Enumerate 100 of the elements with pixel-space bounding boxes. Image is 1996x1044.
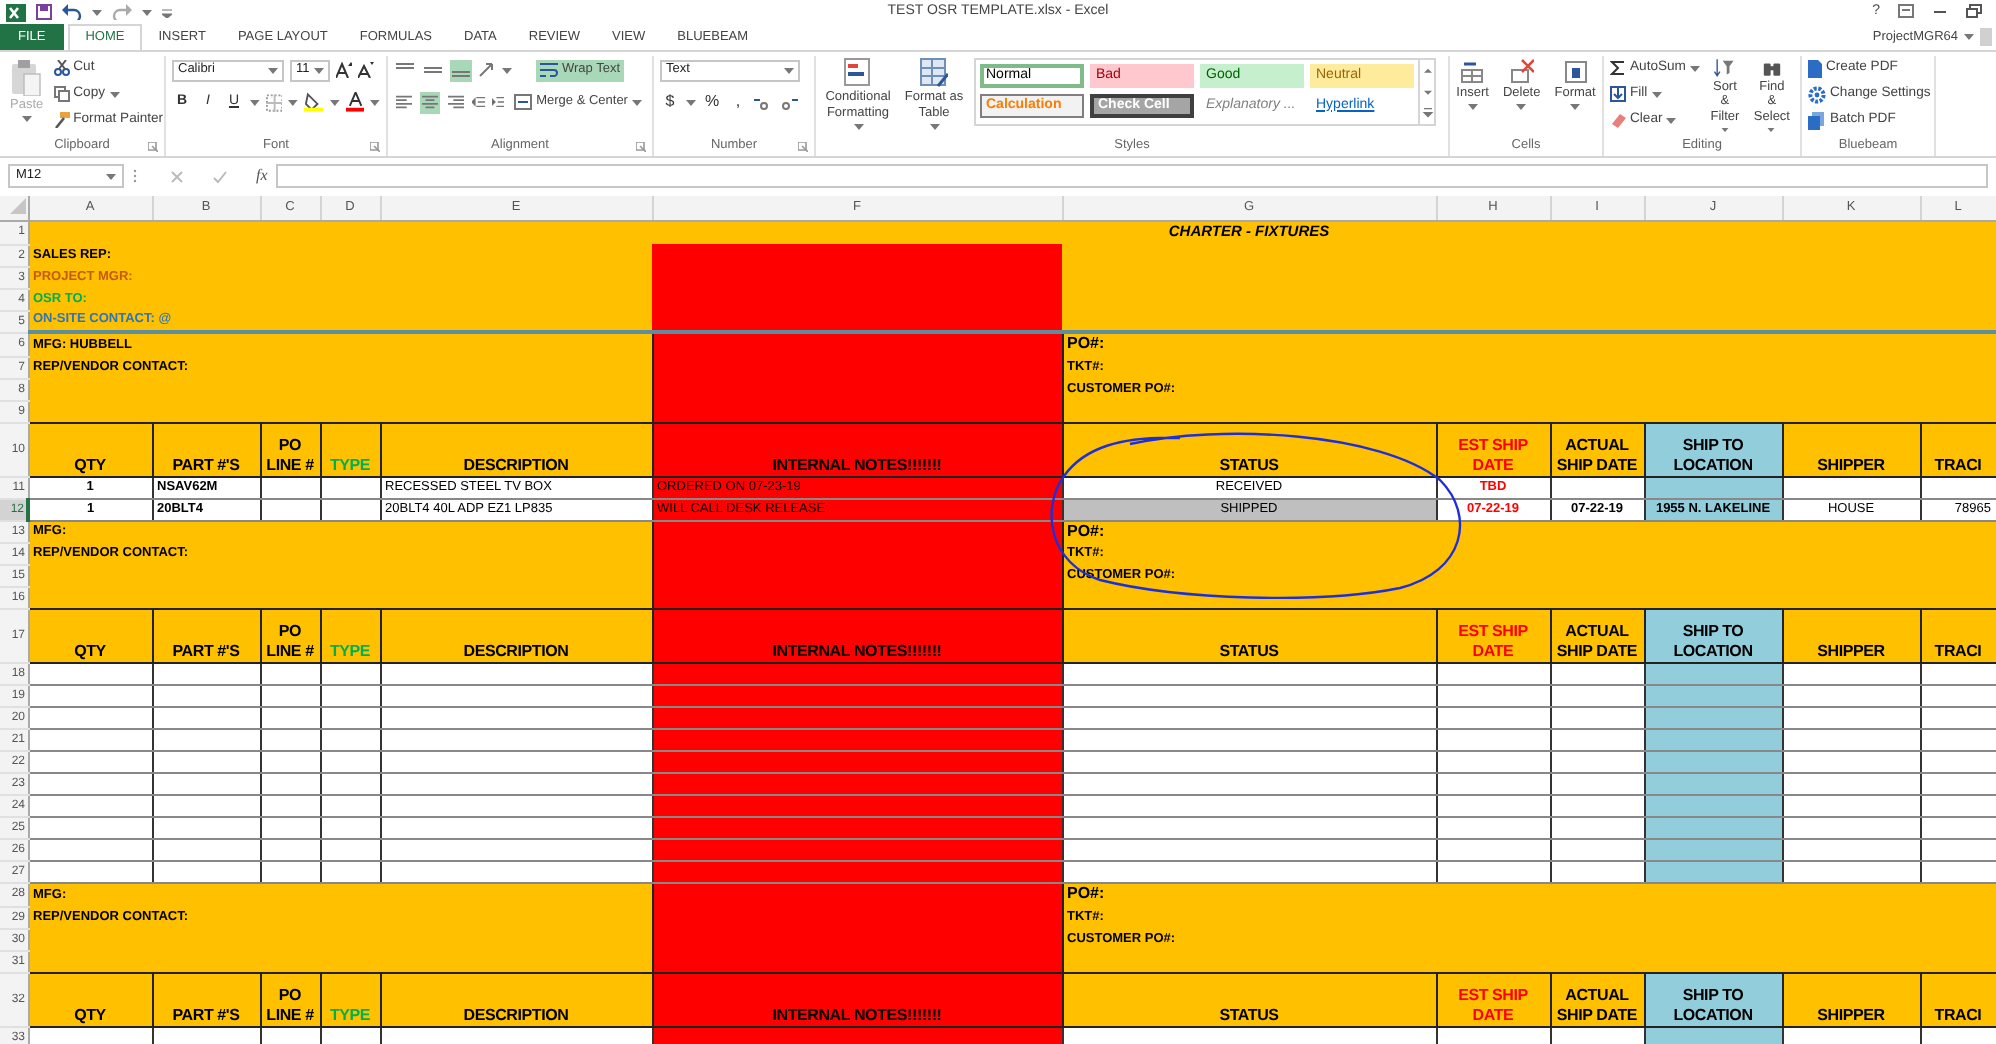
column-heading: INTERNAL NOTES!!!!!!! xyxy=(772,455,942,473)
column-heading: QTY xyxy=(74,455,106,473)
caret-icon xyxy=(929,123,939,130)
increase-indent-icon[interactable] xyxy=(491,94,505,110)
save-icon[interactable] xyxy=(36,4,52,20)
caret-icon xyxy=(686,99,696,105)
document-icon xyxy=(1808,59,1822,77)
column-heading: PO LINE # xyxy=(266,435,314,473)
fill-down-icon xyxy=(1610,86,1626,102)
percent-button[interactable]: % xyxy=(702,91,722,113)
column-heading: QTY xyxy=(74,642,106,660)
decrease-indent-icon[interactable] xyxy=(472,94,486,110)
caret-icon xyxy=(1570,103,1581,110)
column-heading: TRACI xyxy=(1934,642,1982,660)
column-heading: EST SHIP DATE xyxy=(1458,622,1528,660)
caret-icon xyxy=(1467,103,1478,110)
dialog-launcher-icon[interactable] xyxy=(636,141,646,152)
column-heading: SHIPPER xyxy=(1817,642,1885,660)
lines-icon xyxy=(396,94,412,110)
caret-icon xyxy=(853,123,863,130)
column-heading: QTY xyxy=(74,1005,106,1023)
caret-icon xyxy=(109,91,119,97)
caret-icon xyxy=(1719,127,1730,132)
caret-icon xyxy=(1766,127,1777,132)
currency-button[interactable]: $ xyxy=(660,91,680,113)
increase-decimal-icon[interactable] xyxy=(754,94,774,110)
column-heading: PART #'S xyxy=(172,455,240,473)
caret-icon xyxy=(106,173,116,179)
align-bottom-button[interactable] xyxy=(450,59,472,81)
dialog-launcher-icon[interactable] xyxy=(148,141,158,152)
clipboard-icon xyxy=(10,58,43,96)
caret-icon xyxy=(288,99,299,105)
merge-cells-icon xyxy=(514,94,533,110)
column-heading: INTERNAL NOTES!!!!!!! xyxy=(772,642,942,660)
caret-icon xyxy=(21,115,32,122)
excel-logo-icon xyxy=(6,3,26,21)
orientation-icon[interactable] xyxy=(478,62,496,78)
documents-icon xyxy=(1808,111,1826,129)
caret-icon xyxy=(1964,34,1974,40)
borders-icon[interactable] xyxy=(265,93,283,111)
enter-check-icon[interactable] xyxy=(212,169,228,183)
eraser-icon xyxy=(1610,112,1626,128)
decrease-decimal-icon[interactable] xyxy=(780,94,800,110)
center-button[interactable] xyxy=(420,91,440,113)
caret-icon xyxy=(784,67,794,73)
format-cells-icon xyxy=(1563,58,1588,84)
paintbrush-icon xyxy=(53,112,70,128)
caret-icon xyxy=(1689,65,1700,71)
column-heading: TYPE xyxy=(329,1005,371,1023)
info-label: PO#: xyxy=(1067,334,1105,352)
undo-icon[interactable] xyxy=(62,4,82,20)
info-label: PO#: xyxy=(1067,521,1105,539)
sum-icon xyxy=(1610,60,1626,76)
lines-icon xyxy=(424,62,442,78)
column-heading: DESCRIPTION xyxy=(463,1005,569,1023)
column-heading: EST SHIP DATE xyxy=(1458,435,1528,473)
column-heading: INTERNAL NOTES!!!!!!! xyxy=(772,1005,942,1023)
dialog-launcher-icon[interactable] xyxy=(798,141,808,152)
font-color-icon[interactable] xyxy=(345,92,365,112)
lines-icon xyxy=(448,94,464,110)
align-right-button[interactable] xyxy=(446,91,466,113)
shrink-font-icon[interactable] xyxy=(358,62,374,78)
ribbon-display-icon[interactable] xyxy=(1898,4,1914,19)
column-heading: DESCRIPTION xyxy=(463,642,569,660)
dialog-launcher-icon[interactable] xyxy=(370,141,380,152)
formula-input[interactable] xyxy=(275,164,1988,188)
column-heading: ACTUAL SHIP DATE xyxy=(1556,985,1638,1023)
delete-cells-icon xyxy=(1509,58,1534,84)
caret-icon xyxy=(502,67,512,73)
redo-icon[interactable] xyxy=(112,4,132,20)
column-heading: STATUS xyxy=(1219,642,1279,660)
table-chart-icon xyxy=(844,58,872,88)
column-heading: STATUS xyxy=(1219,1005,1279,1023)
column-heading: SHIPPER xyxy=(1817,455,1885,473)
column-heading: TYPE xyxy=(329,455,371,473)
sort-filter-icon xyxy=(1710,58,1739,78)
copy-icon xyxy=(53,86,70,102)
customize-toolbar-icon[interactable] xyxy=(162,7,172,17)
lines-icon xyxy=(422,94,438,110)
caret-icon xyxy=(92,9,102,15)
caret-icon xyxy=(329,99,340,105)
column-heading: STATUS xyxy=(1219,455,1279,473)
caret-icon xyxy=(1651,91,1662,97)
grip-icon xyxy=(132,168,138,184)
caret-icon xyxy=(314,67,324,73)
align-left-button[interactable] xyxy=(394,91,414,113)
fill-color-icon[interactable] xyxy=(304,92,324,112)
comma-style-button[interactable]: , xyxy=(728,91,748,113)
restore-icon[interactable] xyxy=(1966,4,1982,19)
column-heading: TRACI xyxy=(1934,455,1982,473)
caret-icon xyxy=(268,67,278,73)
column-heading: ACTUAL SHIP DATE xyxy=(1556,622,1638,660)
column-heading: SHIP TO LOCATION xyxy=(1673,985,1753,1023)
gallery-scrollbar[interactable] xyxy=(1420,58,1436,126)
column-heading: ACTUAL SHIP DATE xyxy=(1556,435,1638,473)
grow-font-icon[interactable] xyxy=(336,62,352,78)
insert-function-button[interactable]: fx xyxy=(256,166,268,186)
caret-icon xyxy=(142,9,152,15)
caret-icon xyxy=(250,99,260,105)
insert-cells-icon xyxy=(1460,58,1485,84)
